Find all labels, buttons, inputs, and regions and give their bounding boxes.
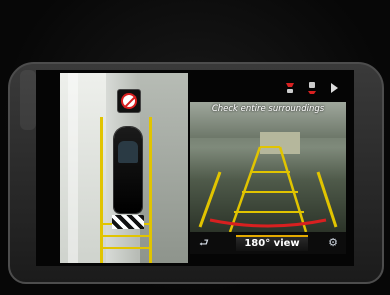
guide-rung bbox=[100, 247, 152, 249]
park-assist-button[interactable] bbox=[117, 89, 141, 113]
camera-warning-text: Check entire surroundings bbox=[211, 104, 325, 114]
view-mode-button[interactable]: 180° view bbox=[236, 235, 308, 251]
camera-display: Check entire surroundings ⮐ 180° view ⚙ bbox=[36, 70, 354, 266]
camera-toolbar bbox=[190, 78, 346, 98]
sensor-rear-icon[interactable] bbox=[306, 81, 318, 95]
play-icon[interactable] bbox=[328, 81, 340, 95]
rear-guide-overlay bbox=[198, 146, 338, 232]
vehicle-window bbox=[118, 141, 138, 163]
camera-control-bar: ⮐ 180° view ⚙ bbox=[190, 232, 346, 254]
screen-glare bbox=[20, 70, 36, 130]
guide-rung bbox=[100, 235, 152, 237]
back-arrow-icon[interactable]: ⮐ bbox=[194, 236, 214, 250]
pillar bbox=[68, 73, 78, 263]
no-parking-icon bbox=[121, 93, 137, 109]
rear-camera-feed: Check entire surroundings bbox=[190, 102, 346, 232]
settings-icon[interactable]: ⚙ bbox=[326, 236, 340, 250]
vehicle-top-view bbox=[114, 127, 142, 213]
top-view-panel bbox=[60, 73, 188, 263]
rear-zone-marker bbox=[112, 215, 144, 229]
sensor-front-icon[interactable] bbox=[284, 81, 296, 95]
